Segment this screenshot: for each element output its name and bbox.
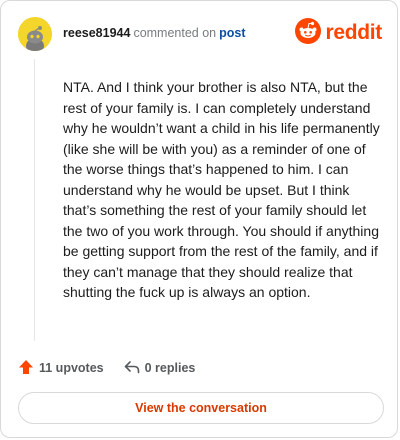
reply-arrow-icon bbox=[124, 360, 140, 377]
post-link[interactable]: post bbox=[219, 26, 245, 40]
replies-button[interactable]: 0 replies bbox=[124, 360, 196, 377]
upvote-count: 11 upvotes bbox=[39, 361, 104, 375]
comment-header: reese81944 commented on post reddit bbox=[18, 17, 382, 53]
user-avatar-icon[interactable] bbox=[18, 17, 52, 51]
upvote-arrow-icon bbox=[18, 359, 34, 378]
reddit-brand[interactable]: reddit bbox=[295, 17, 382, 49]
upvote-button[interactable]: 11 upvotes bbox=[18, 359, 104, 378]
view-conversation-button[interactable]: View the conversation bbox=[18, 392, 384, 424]
reddit-logo-icon bbox=[295, 17, 322, 49]
commented-on-text: commented on bbox=[133, 26, 217, 40]
reddit-wordmark: reddit bbox=[325, 21, 382, 44]
comment-footer: 11 upvotes 0 replies bbox=[18, 357, 195, 379]
reply-count: 0 replies bbox=[144, 361, 196, 375]
comment-meta: reese81944 commented on post bbox=[63, 26, 246, 40]
thread-line bbox=[34, 59, 35, 341]
username-link[interactable]: reese81944 bbox=[63, 26, 130, 40]
embedded-comment-card: reese81944commented onpost reddit NTA. bbox=[0, 0, 398, 438]
comment-body: NTA. And I think your brother is also NT… bbox=[63, 79, 380, 300]
